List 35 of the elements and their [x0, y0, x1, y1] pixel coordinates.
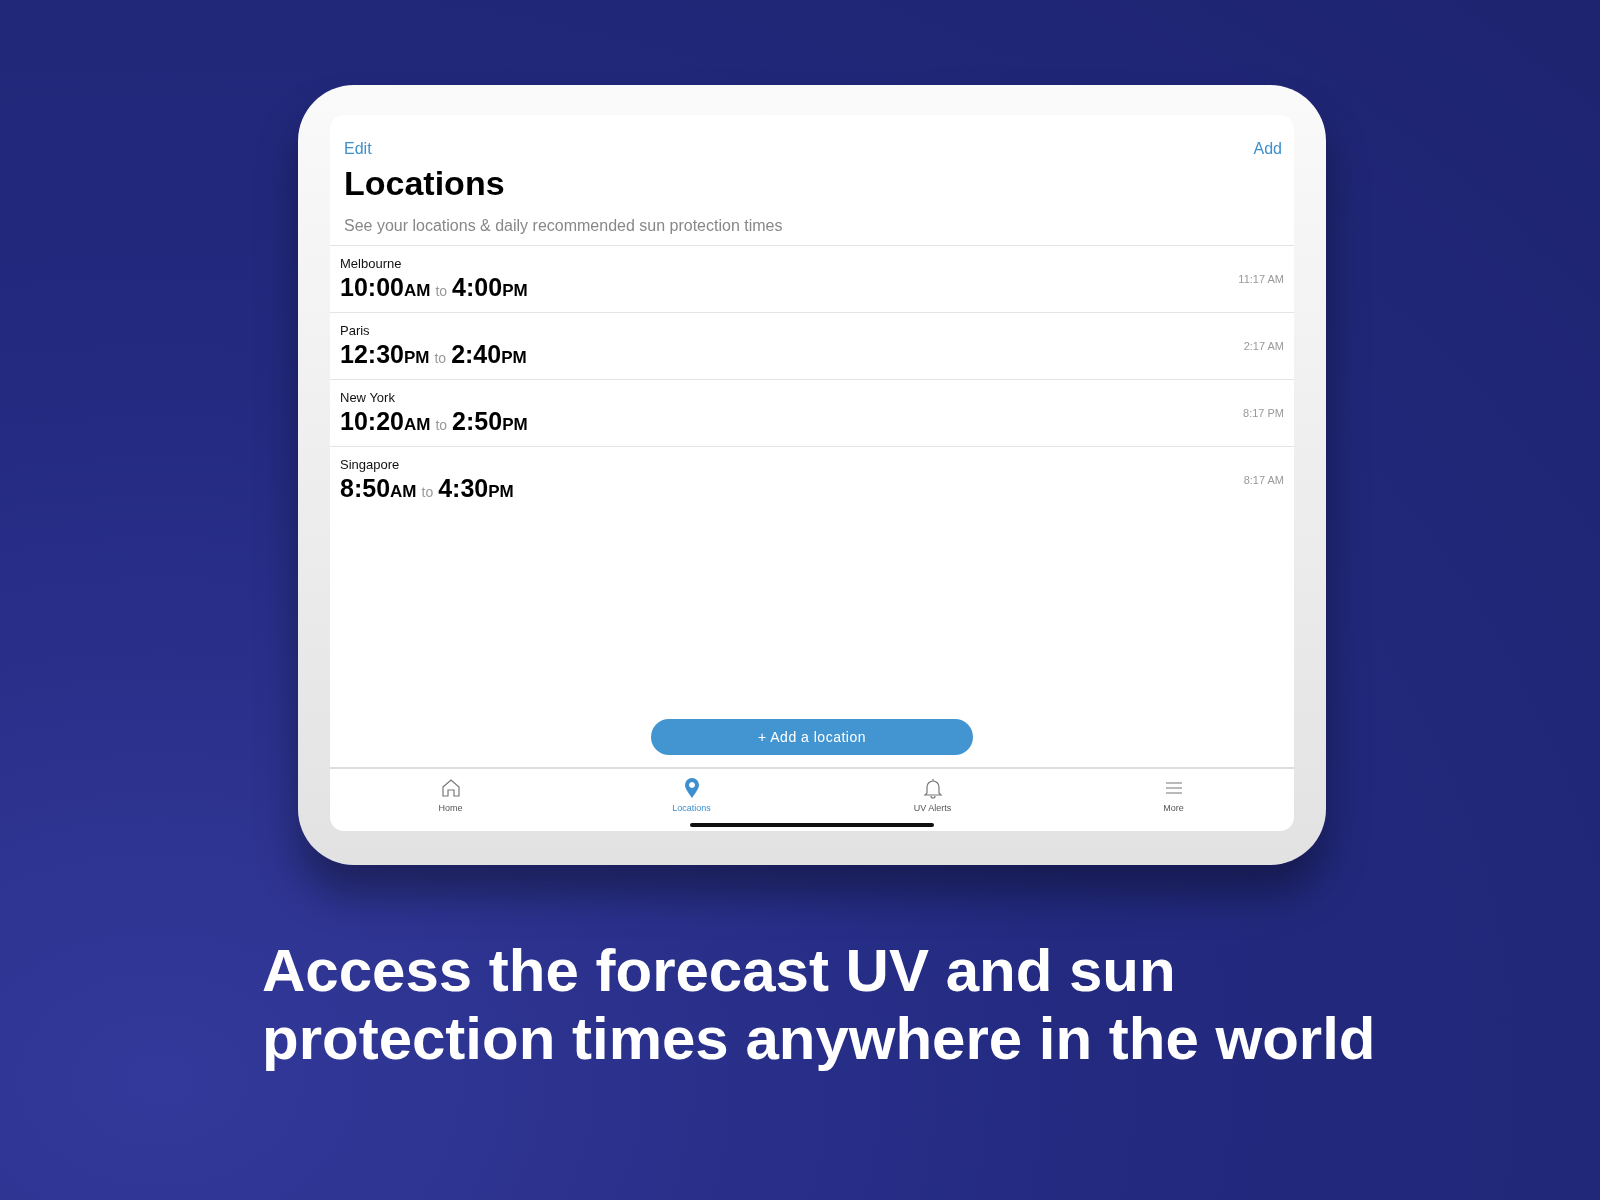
- start-time: 12:30PM: [340, 340, 430, 369]
- start-time: 10:00AM: [340, 273, 431, 302]
- end-time: 4:30PM: [438, 474, 514, 503]
- connector-text: to: [435, 417, 448, 433]
- connector-text: to: [421, 484, 434, 500]
- connector-text: to: [434, 350, 447, 366]
- location-row[interactable]: Melbourne 10:00AM to 4:00PM 11:17 AM: [330, 245, 1294, 312]
- tab[interactable]: UV Alerts: [812, 769, 1053, 831]
- location-name: Singapore: [340, 457, 401, 472]
- end-time: 4:00PM: [452, 273, 528, 302]
- bell-icon: [921, 777, 944, 799]
- local-time: 2:17 AM: [1243, 340, 1284, 352]
- page-title: Locations: [344, 164, 506, 203]
- edit-button[interactable]: Edit: [344, 140, 372, 158]
- location-row[interactable]: Paris 12:30PM to 2:40PM 2:17 AM: [330, 312, 1294, 379]
- local-time: 11:17 AM: [1238, 273, 1284, 285]
- local-time: 8:17 AM: [1243, 474, 1284, 486]
- page-subtitle: See your locations & daily recommended sun protection times: [344, 217, 784, 235]
- headline: Access the forecast UV and sun protection times anywhere in the world: [262, 937, 1377, 1073]
- add-button[interactable]: Add: [1253, 140, 1282, 158]
- tab[interactable]: Locations: [571, 769, 812, 831]
- location-name: Melbourne: [340, 256, 403, 271]
- start-time: 10:20AM: [340, 407, 431, 436]
- tab[interactable]: More: [1053, 769, 1294, 831]
- home-icon: [439, 777, 462, 799]
- location-name: New York: [340, 390, 396, 405]
- end-time: 2:40PM: [451, 340, 527, 369]
- location-row[interactable]: Singapore 8:50AM to 4:30PM 8:17 AM: [330, 446, 1294, 513]
- location-name: Paris: [340, 323, 371, 338]
- location-row[interactable]: New York 10:20AM to 2:50PM 8:17 PM: [330, 379, 1294, 446]
- end-time: 2:50PM: [452, 407, 528, 436]
- connector-text: to: [435, 283, 448, 299]
- local-time: 8:17 PM: [1243, 407, 1284, 419]
- tab[interactable]: Home: [330, 769, 571, 831]
- start-time: 8:50AM: [340, 474, 417, 503]
